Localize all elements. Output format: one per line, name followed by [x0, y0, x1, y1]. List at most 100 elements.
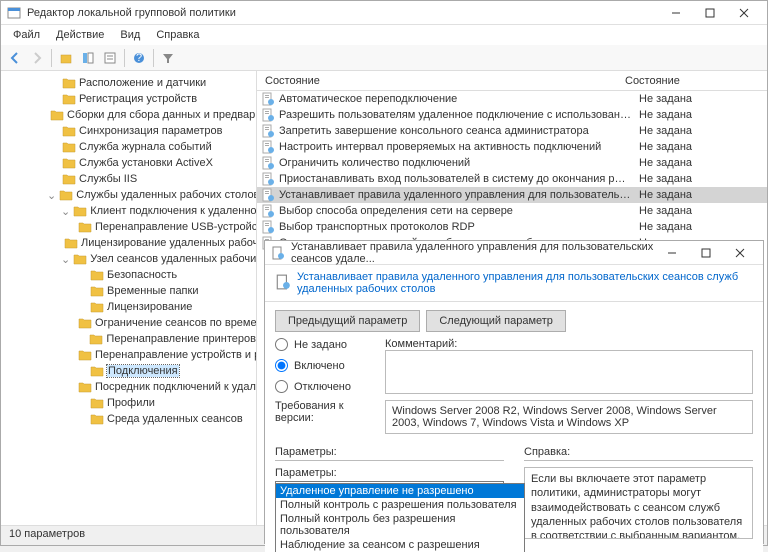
tree-item[interactable]: Расположение и датчики — [1, 75, 256, 91]
dropdown-list[interactable]: Удаленное управление не разрешеноПолный … — [275, 483, 525, 552]
policy-state: Не задана — [631, 109, 767, 121]
forward-button[interactable] — [27, 48, 47, 68]
minimize-button[interactable] — [659, 3, 693, 23]
tree-item[interactable]: ⌄Службы удаленных рабочих столов — [1, 187, 256, 203]
policy-state: Не задана — [631, 157, 767, 169]
folder-icon — [90, 412, 104, 426]
folder-icon — [78, 220, 92, 234]
dropdown-option[interactable]: Полный контроль с разрешения пользовател… — [276, 498, 524, 512]
radio-not-configured-label: Не задано — [294, 339, 347, 351]
tree-item[interactable]: Временные папки — [1, 283, 256, 299]
tree-item[interactable]: Службы IIS — [1, 171, 256, 187]
tree-label: Профили — [107, 397, 155, 409]
dropdown-option[interactable]: Удаленное управление не разрешено — [276, 484, 524, 498]
help-text: Если вы включаете этот параметр политики… — [524, 467, 753, 539]
menu-file[interactable]: Файл — [5, 27, 48, 43]
list-row[interactable]: Выбор способа определения сети на сервер… — [257, 203, 767, 219]
up-button[interactable] — [56, 48, 76, 68]
tree-item[interactable]: Профили — [1, 395, 256, 411]
tree-label: Перенаправление устройств и ре — [95, 349, 257, 361]
dialog-minimize-button[interactable] — [655, 243, 689, 263]
tree-item[interactable]: Перенаправление USB-устройств — [1, 219, 256, 235]
tree-label: Расположение и датчики — [79, 77, 206, 89]
dialog-close-button[interactable] — [723, 243, 757, 263]
radio-not-configured[interactable] — [275, 338, 288, 351]
tree-label: Посредник подключений к удале — [95, 381, 257, 393]
policy-state: Не задана — [631, 189, 767, 201]
close-button[interactable] — [727, 3, 761, 23]
show-hide-tree-button[interactable] — [78, 48, 98, 68]
radio-disabled[interactable] — [275, 380, 288, 393]
tree-item[interactable]: Перенаправление устройств и ре — [1, 347, 256, 363]
folder-icon — [62, 140, 76, 154]
dialog-body: Предыдущий параметр Следующий параметр Н… — [265, 302, 763, 552]
tree-label: Клиент подключения к удаленному р — [90, 205, 257, 217]
main-titlebar[interactable]: Редактор локальной групповой политики — [1, 1, 767, 25]
column-header-status[interactable]: Состояние — [617, 75, 767, 87]
tree-item[interactable]: ⌄Узел сеансов удаленных рабочих сто — [1, 251, 256, 267]
back-button[interactable] — [5, 48, 25, 68]
comment-textarea[interactable] — [385, 350, 753, 394]
expand-icon[interactable]: ⌄ — [61, 253, 70, 266]
policy-item-icon — [261, 140, 275, 154]
list-row[interactable]: Автоматическое переподключениеНе задана — [257, 91, 767, 107]
policy-item-icon — [261, 92, 275, 106]
dialog-titlebar[interactable]: Устанавливает правила удаленного управле… — [265, 241, 763, 265]
next-param-button[interactable]: Следующий параметр — [426, 310, 566, 332]
requirements-label: Требования к версии: — [275, 400, 375, 424]
tree-item[interactable]: Подключения — [1, 363, 256, 379]
policy-icon — [271, 246, 285, 260]
tree-item[interactable]: Синхронизация параметров — [1, 123, 256, 139]
tree-item[interactable]: Среда удаленных сеансов — [1, 411, 256, 427]
maximize-button[interactable] — [693, 3, 727, 23]
tree-label: Сборки для сбора данных и предварите... — [67, 109, 257, 121]
column-header-state[interactable]: Состояние — [257, 75, 617, 87]
tree-item[interactable]: Перенаправление принтеров — [1, 331, 256, 347]
list-row[interactable]: Разрешить пользователям удаленное подклю… — [257, 107, 767, 123]
prev-param-button[interactable]: Предыдущий параметр — [275, 310, 420, 332]
policy-name: Выбор способа определения сети на сервер… — [279, 205, 631, 217]
dropdown-option[interactable]: Наблюдение за сеансом с разрешения польз… — [276, 538, 524, 552]
properties-button[interactable] — [100, 48, 120, 68]
expand-icon[interactable]: ⌄ — [47, 189, 56, 202]
list-row[interactable]: Устанавливает правила удаленного управле… — [257, 187, 767, 203]
requirements-text: Windows Server 2008 R2, Windows Server 2… — [385, 400, 753, 434]
tree-item[interactable]: Ограничение сеансов по времени — [1, 315, 256, 331]
tree-item[interactable]: Лицензирование удаленных рабочи — [1, 235, 256, 251]
policy-dialog: Устанавливает правила удаленного управле… — [264, 240, 764, 544]
expand-icon[interactable]: ⌄ — [61, 205, 70, 218]
tree-item[interactable]: Служба установки ActiveX — [1, 155, 256, 171]
filter-button[interactable] — [158, 48, 178, 68]
list-row[interactable]: Настроить интервал проверяемых на активн… — [257, 139, 767, 155]
policy-list[interactable]: Автоматическое переподключениеНе заданаР… — [257, 91, 767, 251]
dropdown-option[interactable]: Полный контроль без разрешения пользоват… — [276, 512, 524, 538]
dropdown-label: Параметры: — [275, 467, 504, 479]
tree-pane[interactable]: Расположение и датчики Регистрация устрой… — [1, 71, 257, 525]
list-row[interactable]: Ограничить количество подключенийНе зада… — [257, 155, 767, 171]
menubar: Файл Действие Вид Справка — [1, 25, 767, 45]
policy-header-icon — [275, 274, 291, 293]
list-row[interactable]: Выбор транспортных протоколов RDPНе зада… — [257, 219, 767, 235]
list-row[interactable]: Приостанавливать вход пользователей в си… — [257, 171, 767, 187]
menu-view[interactable]: Вид — [112, 27, 148, 43]
folder-icon — [78, 380, 92, 394]
tree-item[interactable]: Лицензирование — [1, 299, 256, 315]
help-button[interactable]: ? — [129, 48, 149, 68]
tree-item[interactable]: Сборки для сбора данных и предварите... — [1, 107, 256, 123]
radio-enabled[interactable] — [275, 359, 288, 372]
tree-label: Перенаправление USB-устройств — [95, 221, 257, 233]
tree-item[interactable]: ⌄ Клиент подключения к удаленному р — [1, 203, 256, 219]
policy-name: Устанавливает правила удаленного управле… — [279, 189, 631, 201]
dialog-maximize-button[interactable] — [689, 243, 723, 263]
tree-label: Ограничение сеансов по времени — [95, 317, 257, 329]
tree-item[interactable]: Посредник подключений к удале — [1, 379, 256, 395]
list-row[interactable]: Запретить завершение консольного сеанса … — [257, 123, 767, 139]
tree-item[interactable]: Регистрация устройств — [1, 91, 256, 107]
folder-icon — [62, 156, 76, 170]
menu-action[interactable]: Действие — [48, 27, 112, 43]
svg-text:?: ? — [136, 52, 142, 64]
tree-item[interactable]: Служба журнала событий — [1, 139, 256, 155]
menu-help[interactable]: Справка — [148, 27, 207, 43]
tree-label: Подключения — [107, 365, 179, 377]
tree-item[interactable]: Безопасность — [1, 267, 256, 283]
